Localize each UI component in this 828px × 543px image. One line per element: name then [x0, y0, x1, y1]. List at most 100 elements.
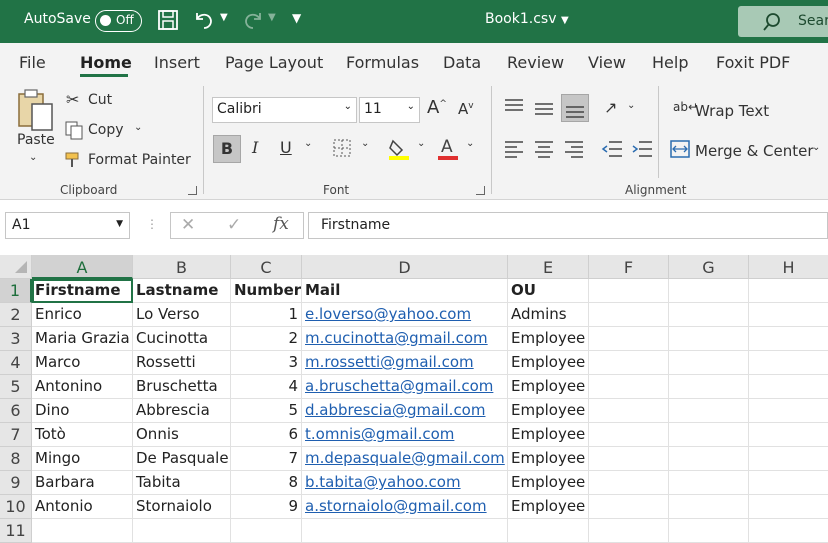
cell-c3[interactable]: 2	[231, 327, 302, 351]
cell-f7[interactable]	[589, 423, 669, 447]
cell-f4[interactable]	[589, 351, 669, 375]
copy-dropdown-icon[interactable]: ⌄	[134, 122, 142, 133]
cell-b10[interactable]: Stornaiolo	[133, 495, 231, 519]
cell-b1[interactable]: Lastname	[133, 279, 231, 303]
document-title[interactable]: Book1.csv ▼	[485, 11, 569, 27]
cell-c9[interactable]: 8	[231, 471, 302, 495]
cell-h3[interactable]	[749, 327, 828, 351]
cut-button[interactable]: Cut	[88, 92, 112, 108]
align-right-icon[interactable]	[564, 140, 584, 162]
cell-f3[interactable]	[589, 327, 669, 351]
cell-a1[interactable]: Firstname	[32, 279, 133, 303]
cell-e6[interactable]: Employee	[508, 399, 589, 423]
orientation-icon[interactable]: ↗	[604, 98, 617, 117]
cell-e10[interactable]: Employee	[508, 495, 589, 519]
cell-a10[interactable]: Antonio	[32, 495, 133, 519]
formula-input[interactable]: Firstname	[308, 212, 828, 239]
row-header-5[interactable]: 5	[0, 375, 32, 399]
cell-c6[interactable]: 5	[231, 399, 302, 423]
fill-color-icon[interactable]	[388, 137, 410, 165]
cell-g3[interactable]	[669, 327, 749, 351]
increase-font-size-icon[interactable]: A^	[427, 97, 447, 118]
cell-g9[interactable]	[669, 471, 749, 495]
cell-a2[interactable]: Enrico	[32, 303, 133, 327]
cell-f10[interactable]	[589, 495, 669, 519]
tab-file[interactable]: File	[19, 53, 46, 72]
cell-c1[interactable]: Number	[231, 279, 302, 303]
cell-d11[interactable]	[302, 519, 508, 543]
cell-b6[interactable]: Abbrescia	[133, 399, 231, 423]
increase-indent-icon[interactable]	[631, 140, 653, 162]
row-header-2[interactable]: 2	[0, 303, 32, 327]
cell-b5[interactable]: Bruschetta	[133, 375, 231, 399]
customize-toolbar-icon[interactable]: ▼	[292, 11, 301, 25]
merge-center-button[interactable]: Merge & Center	[695, 142, 814, 160]
select-all-button[interactable]	[0, 255, 32, 279]
bottom-align-button[interactable]	[561, 94, 589, 122]
undo-dropdown-icon[interactable]: ▼	[220, 12, 228, 23]
cell-a11[interactable]	[32, 519, 133, 543]
cell-h6[interactable]	[749, 399, 828, 423]
cell-f8[interactable]	[589, 447, 669, 471]
cell-h1[interactable]	[749, 279, 828, 303]
enter-icon[interactable]: ✓	[227, 215, 241, 235]
cell-d7[interactable]: t.omnis@gmail.com	[302, 423, 508, 447]
autosave-toggle[interactable]: Off	[95, 10, 142, 32]
cell-a4[interactable]: Marco	[32, 351, 133, 375]
cell-g1[interactable]	[669, 279, 749, 303]
cell-d9[interactable]: b.tabita@yahoo.com	[302, 471, 508, 495]
cell-c7[interactable]: 6	[231, 423, 302, 447]
cell-e2[interactable]: Admins	[508, 303, 589, 327]
row-header-11[interactable]: 11	[0, 519, 32, 543]
cell-f5[interactable]	[589, 375, 669, 399]
cell-e11[interactable]	[508, 519, 589, 543]
italic-button[interactable]: I	[252, 138, 258, 157]
cell-c2[interactable]: 1	[231, 303, 302, 327]
cell-h7[interactable]	[749, 423, 828, 447]
column-header-e[interactable]: E	[508, 255, 589, 279]
cell-h10[interactable]	[749, 495, 828, 519]
redo-dropdown-icon[interactable]: ▼	[268, 12, 276, 23]
cell-d5[interactable]: a.bruschetta@gmail.com	[302, 375, 508, 399]
format-painter-button[interactable]: Format Painter	[88, 152, 191, 168]
paste-icon[interactable]	[16, 88, 56, 138]
cell-g6[interactable]	[669, 399, 749, 423]
save-icon[interactable]	[157, 9, 179, 35]
cell-g11[interactable]	[669, 519, 749, 543]
cancel-icon[interactable]: ✕	[181, 215, 195, 235]
cell-h9[interactable]	[749, 471, 828, 495]
cell-c8[interactable]: 7	[231, 447, 302, 471]
paste-dropdown-icon[interactable]: ⌄	[29, 152, 37, 163]
fill-color-dropdown-icon[interactable]: ⌄	[417, 138, 425, 149]
merge-dropdown-icon[interactable]: ⌄	[812, 142, 820, 153]
font-size-select[interactable]: 11 ⌄	[359, 97, 420, 123]
cell-c4[interactable]: 3	[231, 351, 302, 375]
cell-d1[interactable]: Mail	[302, 279, 508, 303]
column-header-h[interactable]: H	[749, 255, 828, 279]
cell-e9[interactable]: Employee	[508, 471, 589, 495]
cell-a9[interactable]: Barbara	[32, 471, 133, 495]
align-left-icon[interactable]	[504, 140, 524, 162]
cell-h8[interactable]	[749, 447, 828, 471]
cell-b2[interactable]: Lo Verso	[133, 303, 231, 327]
row-header-1[interactable]: 1	[0, 279, 32, 303]
cell-e7[interactable]: Employee	[508, 423, 589, 447]
column-header-c[interactable]: C	[231, 255, 302, 279]
tab-view[interactable]: View	[588, 53, 626, 72]
merge-center-icon[interactable]	[670, 140, 690, 162]
cell-d4[interactable]: m.rossetti@gmail.com	[302, 351, 508, 375]
column-header-d[interactable]: D	[302, 255, 508, 279]
row-header-9[interactable]: 9	[0, 471, 32, 495]
tab-insert[interactable]: Insert	[154, 53, 200, 72]
cell-f11[interactable]	[589, 519, 669, 543]
column-header-g[interactable]: G	[669, 255, 749, 279]
row-header-10[interactable]: 10	[0, 495, 32, 519]
cell-b7[interactable]: Onnis	[133, 423, 231, 447]
redo-icon[interactable]	[241, 9, 265, 35]
cell-g5[interactable]	[669, 375, 749, 399]
cell-c5[interactable]: 4	[231, 375, 302, 399]
cell-b11[interactable]	[133, 519, 231, 543]
underline-dropdown-icon[interactable]: ⌄	[304, 138, 312, 149]
cell-h4[interactable]	[749, 351, 828, 375]
row-header-3[interactable]: 3	[0, 327, 32, 351]
